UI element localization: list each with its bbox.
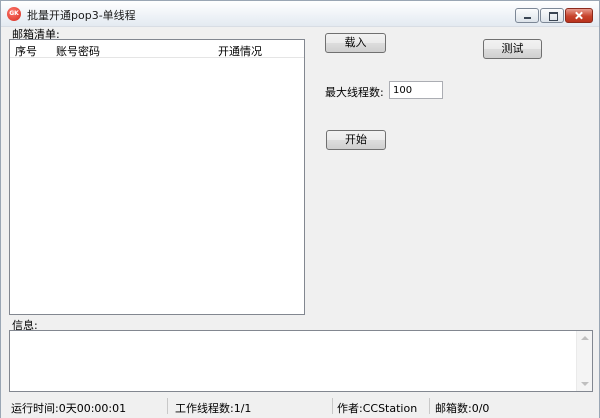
scroll-up-arrow-icon[interactable]: [581, 336, 589, 340]
info-textarea[interactable]: [9, 330, 593, 392]
info-scrollbar[interactable]: [576, 331, 592, 391]
app-logo-icon: GK: [7, 7, 21, 21]
status-mailbox-count: 邮箱数:0/0: [435, 402, 490, 415]
start-button[interactable]: 开始: [326, 130, 386, 150]
max-threads-label: 最大线程数:: [325, 86, 384, 99]
test-button[interactable]: 测试: [483, 39, 542, 59]
status-divider: [332, 398, 333, 414]
column-header-status[interactable]: 开通情况: [218, 43, 262, 59]
status-runtime: 运行时间:0天00:00:01: [11, 402, 127, 415]
list-header: 序号 账号密码 开通情况: [10, 40, 304, 58]
mailbox-listview[interactable]: 序号 账号密码 开通情况: [9, 39, 305, 315]
max-threads-input[interactable]: [389, 81, 443, 99]
maximize-button[interactable]: [540, 8, 564, 23]
status-divider: [167, 398, 168, 414]
load-button[interactable]: 载入: [325, 33, 386, 53]
status-bar: 运行时间:0天00:00:01 工作线程数:1/1 作者:CCStation 邮…: [1, 396, 599, 418]
status-divider: [429, 398, 430, 414]
close-button[interactable]: [565, 8, 593, 23]
status-author: 作者:CCStation: [337, 402, 418, 415]
title-bar[interactable]: GK 批量开通pop3-单线程: [1, 1, 599, 27]
main-window: GK 批量开通pop3-单线程 邮箱清单: 序号 账号密码 开通情况 载入 测试…: [0, 0, 600, 418]
status-worker-threads: 工作线程数:1/1: [175, 402, 252, 415]
window-title: 批量开通pop3-单线程: [27, 9, 136, 22]
column-header-account[interactable]: 账号密码: [56, 43, 100, 59]
minimize-button[interactable]: [515, 8, 539, 23]
scroll-down-arrow-icon[interactable]: [581, 382, 589, 386]
column-header-index[interactable]: 序号: [15, 43, 37, 59]
